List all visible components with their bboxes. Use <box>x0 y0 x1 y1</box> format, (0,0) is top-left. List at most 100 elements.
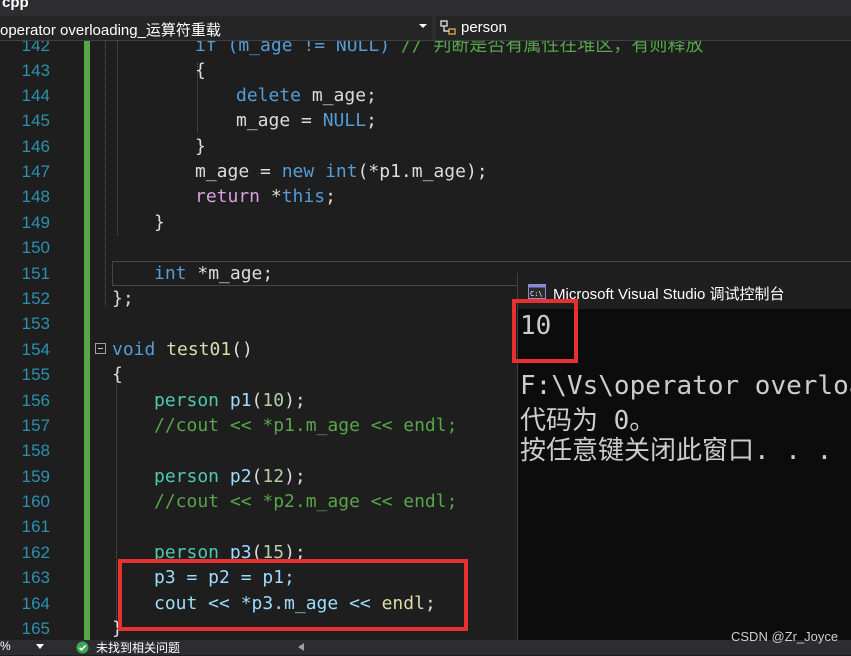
line-number: 148 <box>21 187 50 206</box>
line-number-gutter: 142 143 144 145 146 147 148 149 150 151 … <box>0 41 60 640</box>
status-bar: % 未找到相关问题 <box>0 639 851 656</box>
line-number: 164 <box>21 594 50 613</box>
code-token: m_age = <box>236 110 323 131</box>
line-number: 158 <box>21 441 50 460</box>
file-tab[interactable]: cpp <box>0 0 50 11</box>
code-line-144: delete m_age; <box>236 83 377 108</box>
code-line-157: //cout << *p1.m_age << endl; <box>154 415 458 436</box>
line-number: 147 <box>21 162 50 181</box>
line-number: 157 <box>21 416 50 435</box>
code-line-149: } <box>154 212 165 233</box>
code-line-147: m_age = new int(*p1.m_age); <box>195 159 488 184</box>
code-line-142: if (m_age != NULL) // 判断是否有属性在堆区，有则释放 <box>195 41 703 58</box>
code-token: m_age = <box>195 161 282 182</box>
code-keyword: void <box>112 339 156 360</box>
code-token: () <box>231 339 253 360</box>
code-token: if (m_age != NULL) <box>195 41 401 56</box>
code-token: * <box>260 186 282 207</box>
code-line-156: person p1(10); <box>154 388 306 413</box>
code-line-160: //cout << *p2.m_age << endl; <box>154 491 458 512</box>
code-line-155: { <box>112 364 123 385</box>
watermark: CSDN @Zr_Joyce <box>731 629 839 644</box>
check-circle-icon <box>76 641 89 654</box>
line-number: 159 <box>21 467 50 486</box>
line-number: 145 <box>21 111 50 130</box>
line-number: 156 <box>21 391 50 410</box>
code-type: person <box>154 466 220 487</box>
code-token: ( <box>251 390 263 411</box>
console-output-line: F:\Vs\operator overloa <box>520 371 851 401</box>
code-token: ; <box>325 186 336 207</box>
line-number: 150 <box>21 238 50 257</box>
code-token: (*p1.m_age); <box>357 161 488 182</box>
title-bar: cpp <box>0 0 851 16</box>
console-icon: C:\ <box>528 284 546 299</box>
line-number: 163 <box>21 568 50 587</box>
code-token: ( <box>251 466 263 487</box>
indent-guide <box>116 371 117 631</box>
console-output-line: 按任意键关闭此窗口. . . <box>520 436 833 466</box>
code-line-159: person p2(12); <box>154 464 306 489</box>
code-line-146: } <box>195 136 206 157</box>
code-line-143: { <box>195 60 206 81</box>
annotation-highlight-box <box>118 559 468 631</box>
code-line-145: m_age = NULL; <box>236 108 377 133</box>
line-number: 143 <box>21 61 50 80</box>
code-keyword: return <box>195 186 261 207</box>
debug-console-window[interactable]: C:\ Microsoft Visual Studio 调试控制台 10 F:\… <box>512 273 851 655</box>
navigation-bar: operator overloading_运算符重载 person <box>0 16 851 41</box>
line-number: 151 <box>21 264 50 283</box>
code-line-148: return *this; <box>195 184 336 209</box>
code-line-152: }; <box>112 288 134 309</box>
code-line-154: void test01() <box>112 337 253 362</box>
line-number: 154 <box>21 340 50 359</box>
issues-status[interactable]: 未找到相关问题 <box>96 639 180 656</box>
code-number: 10 <box>262 390 285 411</box>
line-number: 162 <box>21 543 50 562</box>
scope-dropdown-label: operator overloading_运算符重载 <box>0 22 221 39</box>
code-keyword: int <box>325 161 358 182</box>
scroll-left-icon[interactable] <box>298 643 304 651</box>
code-token: ); <box>284 466 306 487</box>
line-number: 146 <box>21 137 50 156</box>
code-line-151: int *m_age; <box>154 261 273 286</box>
code-token: *m_age; <box>186 263 274 284</box>
indent-guide <box>117 41 118 236</box>
line-number: 144 <box>21 86 50 105</box>
member-dropdown-label: person <box>461 19 507 36</box>
code-token: m_age; <box>301 85 377 106</box>
code-keyword: new <box>281 161 315 182</box>
line-number: 149 <box>21 213 50 232</box>
line-number: 153 <box>21 314 50 333</box>
code-type: person <box>154 390 220 411</box>
zoom-level[interactable]: % <box>0 639 11 653</box>
code-keyword: int <box>154 263 187 284</box>
indent-guide <box>105 41 106 306</box>
code-variable: p2 <box>219 466 252 487</box>
annotation-highlight-box <box>512 299 578 363</box>
svg-text:C:\: C:\ <box>530 290 543 298</box>
code-comment: // 判断是否有属性在堆区，有则释放 <box>400 41 704 56</box>
console-title: Microsoft Visual Studio 调试控制台 <box>553 286 785 303</box>
code-token: ); <box>284 390 306 411</box>
class-icon <box>440 20 456 35</box>
code-function: test01 <box>155 339 232 360</box>
member-dropdown[interactable]: person <box>436 16 851 40</box>
line-number: 142 <box>21 41 50 55</box>
code-keyword: NULL <box>322 110 367 131</box>
code-number: 12 <box>262 466 285 487</box>
code-variable: p1 <box>219 390 252 411</box>
chevron-down-icon[interactable] <box>418 21 428 31</box>
code-token: ; <box>366 110 377 131</box>
chevron-down-icon[interactable] <box>36 644 44 650</box>
line-number: 160 <box>21 492 50 511</box>
line-number: 165 <box>21 619 50 638</box>
scope-dropdown[interactable]: operator overloading_运算符重载 <box>0 16 432 40</box>
line-number: 155 <box>21 365 50 384</box>
fold-collapse-icon[interactable] <box>95 343 106 354</box>
line-number: 152 <box>21 289 50 308</box>
code-keyword: this <box>281 186 326 207</box>
line-number: 161 <box>21 517 50 536</box>
code-keyword: delete <box>236 85 302 106</box>
